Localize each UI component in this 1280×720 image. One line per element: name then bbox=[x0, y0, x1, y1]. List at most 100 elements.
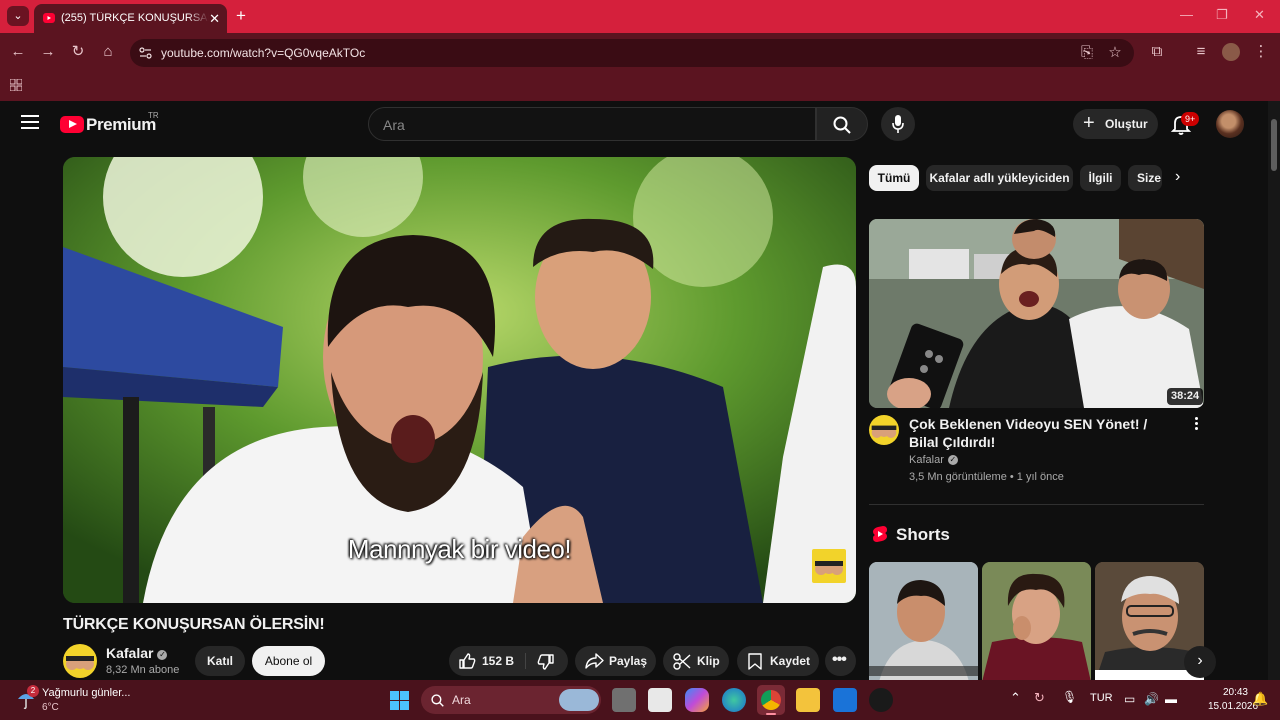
install-app-icon[interactable]: ⎘ bbox=[1078, 44, 1096, 62]
video-title: TÜRKÇE KONUŞURSAN ÖLERSİN! bbox=[63, 616, 325, 633]
channel-name-text: Kafalar bbox=[106, 645, 154, 661]
account-avatar[interactable] bbox=[1216, 110, 1244, 138]
recommended-channel-avatar[interactable] bbox=[869, 415, 899, 445]
battery-icon[interactable]: ▬ bbox=[1165, 692, 1177, 706]
verified-icon: ✓ bbox=[947, 455, 958, 465]
join-button[interactable]: Katıl bbox=[195, 646, 245, 676]
chevron-right-icon[interactable]: › bbox=[1175, 168, 1180, 186]
tab-search-button[interactable]: ⌄ bbox=[7, 6, 29, 26]
apps-grid-icon[interactable] bbox=[10, 79, 22, 91]
maximize-icon[interactable]: ❐ bbox=[1216, 7, 1228, 23]
url-text: youtube.com/watch?v=QG0vqeAkTOc bbox=[161, 46, 366, 60]
recommended-thumbnail[interactable]: 38:24 bbox=[869, 219, 1204, 408]
notification-center-icon[interactable]: 🔔 bbox=[1252, 691, 1268, 707]
more-actions-button[interactable]: ••• bbox=[825, 646, 856, 676]
forward-icon[interactable]: → bbox=[39, 43, 57, 61]
store-icon[interactable] bbox=[648, 688, 672, 712]
search-button[interactable] bbox=[816, 107, 868, 141]
share-icon bbox=[585, 653, 604, 669]
chip-related[interactable]: İlgili bbox=[1080, 165, 1121, 191]
channel-watermark[interactable] bbox=[812, 549, 846, 583]
bookmark-star-icon[interactable]: ☆ bbox=[1106, 44, 1124, 62]
tab-close-icon[interactable]: ✕ bbox=[209, 11, 220, 27]
address-bar[interactable]: youtube.com/watch?v=QG0vqeAkTOc ⎘ ☆ bbox=[130, 39, 1134, 67]
taskbar-search[interactable]: Ara bbox=[421, 686, 601, 714]
video-player[interactable]: Mannnyak bir video! bbox=[63, 157, 856, 603]
extensions-icon[interactable]: ⧉ bbox=[1148, 43, 1166, 61]
chevron-up-icon[interactable]: ⌃ bbox=[1010, 690, 1021, 706]
shorts-icon bbox=[873, 526, 887, 542]
edge-icon[interactable] bbox=[722, 688, 746, 712]
clock[interactable]: 20:43 15.01.2026 bbox=[1208, 686, 1259, 714]
like-button[interactable]: 152 B bbox=[449, 646, 524, 676]
recommended-channel[interactable]: Kafalar ✓ bbox=[909, 454, 958, 466]
more-vertical-icon[interactable] bbox=[1195, 417, 1199, 433]
short-item[interactable] bbox=[869, 562, 978, 680]
new-tab-icon[interactable]: + bbox=[236, 7, 246, 25]
outlook-icon[interactable] bbox=[833, 688, 857, 712]
sync-icon[interactable]: ↻ bbox=[1034, 690, 1045, 706]
more-horizontal-icon: ••• bbox=[832, 651, 847, 668]
weather-temperature: 6°C bbox=[42, 702, 59, 713]
video-duration: 38:24 bbox=[1167, 388, 1204, 405]
scrollbar-thumb[interactable] bbox=[1271, 119, 1277, 171]
short-item[interactable] bbox=[982, 562, 1091, 680]
recommended-meta: 3,5 Mn görüntüleme • 1 yıl önce bbox=[909, 471, 1064, 483]
microphone-tray-icon[interactable]: 🎙 bbox=[1062, 690, 1077, 704]
youtube-logo-text[interactable]: Premium bbox=[86, 115, 156, 135]
close-window-icon[interactable]: ✕ bbox=[1254, 7, 1265, 23]
home-icon[interactable]: ⌂ bbox=[99, 43, 117, 61]
shorts-heading: Shorts bbox=[896, 525, 950, 544]
back-icon[interactable]: ← bbox=[9, 43, 27, 61]
bookmark-icon bbox=[748, 653, 762, 670]
weather-widget[interactable]: 2 bbox=[17, 685, 39, 710]
save-button[interactable]: Kaydet bbox=[737, 646, 819, 676]
reload-icon[interactable]: ↻ bbox=[69, 43, 87, 61]
recommended-title[interactable]: Çok Beklenen Videoyu SEN Yönet! / Bilal … bbox=[909, 415, 1179, 451]
thumbs-up-icon bbox=[459, 653, 476, 669]
subscribe-button[interactable]: Abone ol bbox=[252, 646, 325, 676]
search-input[interactable]: Ara bbox=[368, 107, 816, 141]
guide-menu-icon[interactable] bbox=[21, 115, 39, 129]
clock-date: 15.01.2026 bbox=[1208, 701, 1259, 712]
chip-all[interactable]: Tümü bbox=[869, 165, 919, 191]
channel-name[interactable]: Kafalar ✓ bbox=[106, 645, 168, 661]
search-placeholder: Ara bbox=[383, 117, 405, 133]
windows-start-icon[interactable] bbox=[390, 691, 409, 710]
recommended-channel-text: Kafalar bbox=[909, 454, 944, 466]
weather-text[interactable]: Yağmurlu günler... bbox=[42, 687, 130, 699]
share-button[interactable]: Paylaş bbox=[575, 646, 656, 676]
file-explorer-icon[interactable] bbox=[796, 688, 820, 712]
tab-strip: ⌄ (255) TÜRKÇE KONUŞURSAN ÖLERSİN! ✕ + —… bbox=[0, 0, 1280, 33]
chip-for-you[interactable]: Size bbox=[1128, 165, 1162, 191]
media-controls-icon[interactable]: ≡ bbox=[1192, 43, 1210, 61]
site-info-icon[interactable] bbox=[139, 47, 152, 59]
tab-youtube[interactable]: (255) TÜRKÇE KONUŞURSAN ÖLERSİN! ✕ bbox=[34, 4, 227, 33]
microphone-icon bbox=[892, 115, 904, 133]
minimize-icon[interactable]: — bbox=[1180, 7, 1193, 22]
create-button[interactable]: + Oluştur bbox=[1073, 109, 1158, 139]
voice-search-button[interactable] bbox=[881, 107, 915, 141]
app-icon[interactable] bbox=[869, 688, 893, 712]
browser-toolbar: ← → ↻ ⌂ youtube.com/watch?v=QG0vqeAkTOc … bbox=[0, 33, 1280, 71]
short-thumbnail-image bbox=[869, 562, 978, 680]
chrome-taskbar-button[interactable] bbox=[757, 685, 785, 715]
copilot-icon[interactable] bbox=[685, 688, 709, 712]
clip-label: Klip bbox=[697, 654, 720, 668]
task-view-icon[interactable] bbox=[612, 688, 636, 712]
clip-button[interactable]: Klip bbox=[663, 646, 729, 676]
subscriber-count: 8,32 Mn abone bbox=[106, 664, 180, 676]
youtube-logo-icon[interactable] bbox=[60, 116, 84, 133]
search-icon bbox=[833, 116, 851, 134]
profile-avatar[interactable] bbox=[1222, 43, 1240, 61]
speaker-icon[interactable]: 🔊 bbox=[1144, 692, 1159, 706]
laptop-icon[interactable]: ▭ bbox=[1124, 692, 1135, 706]
shorts-next-button[interactable]: › bbox=[1184, 646, 1216, 678]
browser-menu-icon[interactable]: ⋮ bbox=[1252, 43, 1270, 61]
chip-from-uploader[interactable]: Kafalar adlı yükleyiciden bbox=[926, 165, 1073, 191]
page-scrollbar[interactable] bbox=[1268, 101, 1280, 680]
dislike-button[interactable] bbox=[526, 646, 568, 676]
channel-avatar[interactable] bbox=[63, 644, 97, 678]
kafalar-avatar-icon bbox=[66, 656, 94, 670]
language-indicator[interactable]: TUR bbox=[1090, 692, 1113, 704]
